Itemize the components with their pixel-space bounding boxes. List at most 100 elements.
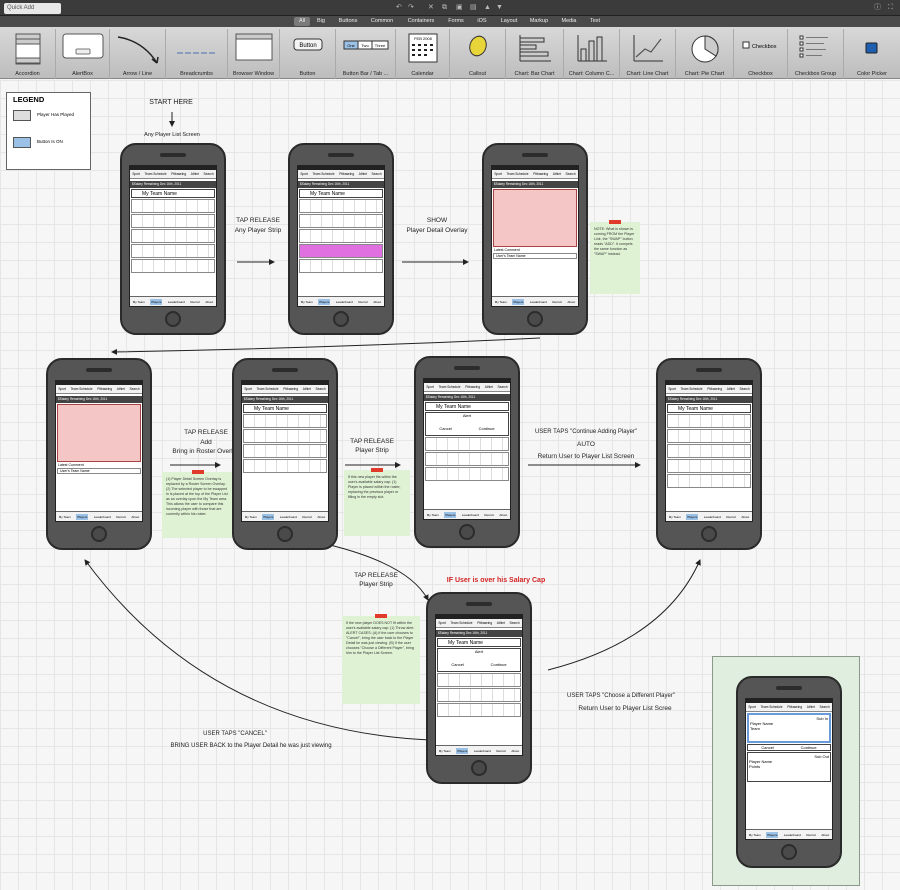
lock-icon[interactable]: ▤ [470, 3, 477, 12]
svg-text:FEB 2008: FEB 2008 [414, 36, 433, 41]
phone-screen: Sport Team Schedule Pitbaseing Athlet Search… [745, 698, 833, 840]
lib-column-chart[interactable]: Chart: Column C... [564, 29, 620, 79]
svg-text:One: One [347, 43, 355, 48]
phone-alert-over-cap: Sport Team Schedule Pitbaseing Athlet Search… [426, 592, 532, 784]
move-up-icon[interactable]: ▲ [484, 3, 491, 12]
fullscreen-icon[interactable]: ⛶ [888, 3, 893, 12]
tab-forms[interactable]: Forms [444, 17, 468, 26]
player-strip[interactable] [667, 474, 751, 488]
phone-tabbar: My Team Players Leaderboard Recruit About [130, 296, 216, 306]
return-user-label: Return User to Player List Screen [537, 453, 635, 460]
cancel-button[interactable]: Cancel [761, 745, 773, 750]
phone-add-detail: Sport Team Schedule Pitbaseing Athlet Search… [46, 358, 152, 550]
start-here-label: START HERE [149, 99, 193, 106]
note-4: If the new player DOES NOT fit within th… [342, 614, 420, 704]
any-player-list-label: Any Player List Screen [144, 132, 200, 138]
info-icon[interactable]: ⓘ [874, 3, 881, 12]
lib-calendar[interactable]: FEB 2008 Calendar [396, 29, 450, 79]
sub-out-card: Sub Out Player Name Points [747, 752, 831, 782]
phone-screen: Sport Team Schedule Pitbaseing Athlet Search… [435, 614, 523, 756]
phone-player-detail: Sport Team Schedule Pitbaseing Athlet Search… [482, 143, 588, 335]
phone-speaker [160, 153, 186, 157]
group-icon[interactable]: ▣ [456, 3, 463, 12]
tab-common[interactable]: Common [368, 17, 396, 26]
player-strip-highlighted[interactable] [299, 244, 383, 258]
player-strip[interactable] [299, 214, 383, 228]
tab-big[interactable]: Big [314, 17, 328, 26]
continue-button[interactable]: Continue [801, 745, 817, 750]
tab-text[interactable]: Text [586, 17, 604, 26]
column-chart-icon [577, 35, 607, 62]
quick-add-input[interactable]: Quick Add [4, 3, 61, 14]
phone-player-list: Sport Team Schedule Pitbaseing Athlet Search… [120, 143, 226, 335]
player-strip[interactable] [243, 459, 327, 473]
lib-checkbox-group[interactable]: Checkbox Group [788, 29, 844, 79]
tape-icon [609, 220, 621, 224]
tab-all[interactable]: All [294, 17, 310, 26]
tab-containers[interactable]: Containers [404, 17, 438, 26]
tab-media[interactable]: Media [558, 17, 580, 26]
player-strip[interactable] [667, 414, 751, 428]
arrow-line-icon [117, 36, 159, 64]
player-strip[interactable] [667, 459, 751, 473]
note-4-text: If the new player DOES NOT fit within th… [346, 621, 415, 655]
lib-accordion[interactable]: Accordion [0, 29, 56, 79]
tape-icon [371, 468, 383, 472]
lib-checkbox[interactable]: Checkbox Checkbox [734, 29, 788, 79]
player-strip[interactable] [667, 429, 751, 443]
player-strip[interactable] [437, 688, 521, 702]
any-player-strip-label: Any Player Strip [234, 227, 282, 234]
note-1: NOTE: What is shown is coming FROM the P… [590, 220, 640, 294]
breadcrumbs-icon [176, 52, 217, 54]
player-strip[interactable] [131, 214, 215, 228]
mockup-canvas: LEGEND Player Has Played Button Is ON ST… [0, 80, 900, 890]
tab-buttons[interactable]: Buttons [334, 17, 362, 26]
phone-alert-fits: Sport Team Schedule Pitbaseing Athlet Search… [414, 356, 520, 548]
redo-icon[interactable]: ↷ [408, 3, 414, 12]
tab-ios[interactable]: iOS [474, 17, 490, 26]
player-strip[interactable] [425, 437, 509, 451]
ui-library-ribbon: Accordion AlertBox Arrow / Line Breadcru… [0, 27, 900, 79]
note-2: (1) Player Detail Screen Overlay is repl… [162, 470, 234, 538]
tab-layout[interactable]: Layout [496, 17, 522, 26]
player-strip[interactable] [437, 703, 521, 717]
lib-color-picker[interactable]: Color Picker [844, 29, 900, 79]
lib-button-bar[interactable]: One Two Three Button Bar / Tab ... [336, 29, 396, 79]
delete-icon[interactable]: ✕ [428, 3, 434, 12]
player-strip[interactable] [243, 414, 327, 428]
player-strip[interactable] [243, 444, 327, 458]
phone-screen: Sport Team Schedule Pitbaseing Athlet Search… [491, 165, 579, 307]
lib-pie-chart[interactable]: Chart: Pie Chart [676, 29, 734, 79]
tab-markup[interactable]: Markup [526, 17, 552, 26]
player-strip[interactable] [131, 259, 215, 273]
lib-line-chart[interactable]: Chart: Line Chart [620, 29, 676, 79]
home-button[interactable] [165, 311, 181, 327]
tap-release-3: TAP RELEASE [350, 438, 394, 445]
duplicate-icon[interactable]: ⧉ [442, 3, 447, 12]
lib-arrow-line[interactable]: Arrow / Line [110, 29, 166, 79]
tape-icon [192, 470, 204, 474]
lib-button[interactable]: Button Button [280, 29, 336, 79]
player-strip[interactable] [243, 429, 327, 443]
player-strip[interactable] [425, 467, 509, 481]
player-strip[interactable] [131, 244, 215, 258]
lib-breadcrumbs[interactable]: Breadcrumbs [166, 29, 228, 79]
button-icon: Button [293, 38, 322, 51]
player-strip-label-2: Player Strip [359, 581, 393, 588]
lib-bar-chart[interactable]: Chart: Bar Chart [506, 29, 564, 79]
player-strip[interactable] [299, 199, 383, 213]
undo-icon[interactable]: ↶ [396, 3, 402, 12]
lib-callout[interactable]: Callout [450, 29, 506, 79]
player-strip[interactable] [667, 444, 751, 458]
move-down-icon[interactable]: ▼ [496, 3, 503, 12]
player-detail-overlay [57, 404, 141, 462]
lib-browser-window[interactable]: Browser Window [228, 29, 280, 79]
phone-player-list-return: Sport Team Schedule Pitbaseing Athlet Search… [656, 358, 762, 550]
lib-alertbox[interactable]: AlertBox [56, 29, 110, 79]
player-strip[interactable] [131, 199, 215, 213]
player-strip[interactable] [299, 259, 383, 273]
player-strip[interactable] [425, 452, 509, 466]
player-strip[interactable] [131, 229, 215, 243]
player-strip[interactable] [299, 229, 383, 243]
player-strip[interactable] [437, 673, 521, 687]
